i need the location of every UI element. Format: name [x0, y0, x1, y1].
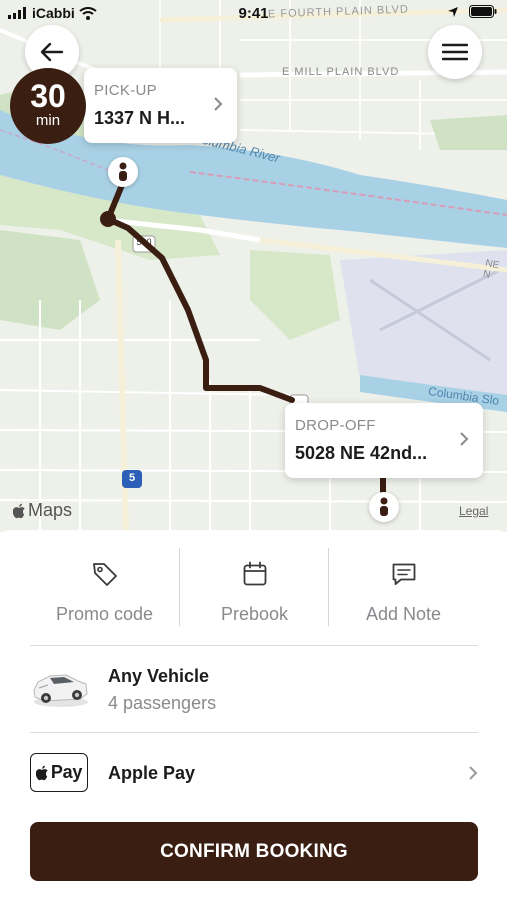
hamburger-icon — [442, 43, 468, 61]
pickup-callout[interactable]: PICK-UP 1337 N H... — [84, 68, 237, 143]
quick-actions: Promo code Prebook Add Note — [30, 548, 478, 626]
eta-unit: min — [35, 112, 61, 129]
apple-logo-icon — [13, 503, 25, 518]
pickup-address: 1337 N H... — [94, 108, 186, 128]
vehicle-capacity: 4 passengers — [108, 693, 217, 713]
car-icon — [33, 674, 88, 707]
calendar-icon — [243, 561, 266, 586]
prebook-label: Prebook — [220, 604, 289, 624]
confirm-booking-button[interactable]: CONFIRM BOOKING — [30, 822, 478, 881]
promo-code-button[interactable]: Promo code — [30, 548, 179, 626]
vehicle-selector[interactable]: Any Vehicle 4 passengers — [30, 646, 478, 732]
promo-code-label: Promo code — [55, 604, 154, 624]
pickup-pin[interactable] — [108, 157, 138, 187]
chevron-right-icon — [460, 432, 469, 446]
dropoff-address: 5028 NE 42nd... — [295, 443, 428, 463]
legal-link[interactable]: Legal — [459, 504, 488, 518]
prebook-button[interactable]: Prebook — [179, 548, 328, 626]
booking-sheet: Promo code Prebook Add Note Any Vehicle … — [0, 530, 507, 900]
eta-badge: 30 min — [10, 68, 86, 144]
dropoff-callout[interactable]: DROP-OFF 5028 NE 42nd... — [285, 403, 483, 478]
note-icon — [392, 563, 415, 585]
maps-label: Maps — [28, 500, 73, 520]
clock: 9:41 — [238, 5, 269, 22]
person-icon — [119, 162, 127, 181]
eta-value: 30 — [30, 78, 66, 114]
tag-icon — [92, 563, 117, 586]
maps-attribution[interactable]: Maps — [13, 500, 72, 521]
battery-icon — [469, 5, 497, 18]
arrow-left-icon — [40, 42, 64, 62]
chevron-right-icon — [469, 766, 478, 780]
vehicle-name: Any Vehicle — [108, 666, 210, 686]
person-icon — [380, 497, 388, 516]
status-icons — [447, 5, 497, 18]
payment-method: Apple Pay — [108, 763, 196, 783]
dropoff-pin[interactable] — [369, 492, 399, 522]
route-map[interactable]: E FOURTH PLAIN BLVD E MILL PLAIN BLVD Co… — [0, 0, 507, 532]
pickup-label: PICK-UP — [94, 82, 157, 99]
payment-selector[interactable]: Pay Apple Pay — [30, 733, 478, 811]
apple-pay-badge-text: Pay — [50, 762, 83, 782]
apple-logo-icon — [35, 765, 48, 780]
menu-button[interactable] — [428, 25, 482, 79]
chevron-right-icon — [214, 97, 223, 111]
dropoff-label: DROP-OFF — [295, 417, 376, 434]
add-note-button[interactable]: Add Note — [328, 548, 477, 626]
add-note-label: Add Note — [365, 604, 442, 624]
status-bar: iCabbi 9:41 — [0, 0, 507, 28]
apple-pay-badge: Pay — [30, 753, 88, 792]
location-arrow-icon — [448, 6, 458, 17]
